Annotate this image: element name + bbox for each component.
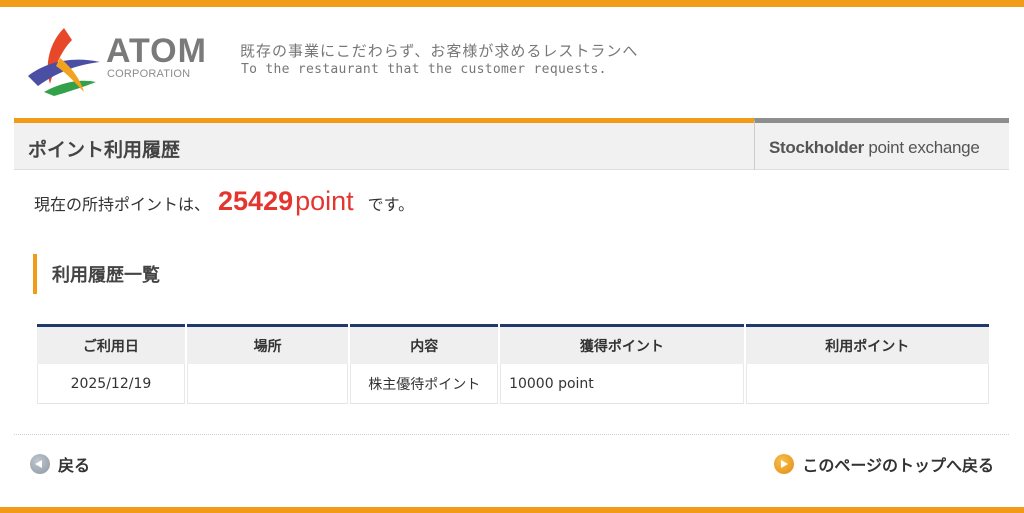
back-arrow-icon <box>30 454 50 474</box>
column-header-used: 利用ポイント <box>745 324 989 364</box>
stockholder-exchange-label: Stockholder point exchange <box>754 118 1009 170</box>
points-suffix: です。 <box>367 195 415 214</box>
page-top-label: このページのトップへ戻る <box>802 456 994 475</box>
atom-logo-mark <box>28 28 100 96</box>
page-title: ポイント利用履歴 <box>28 139 181 161</box>
cell-earned: 10000 point <box>500 364 744 404</box>
bottom-accent-bar <box>0 507 1024 513</box>
atom-logo[interactable]: ATOM CORPORATION <box>24 22 214 98</box>
table-header-row: ご利用日 場所 内容 獲得ポイント 利用ポイント <box>37 324 989 364</box>
page-title-box: ポイント利用履歴 <box>14 118 754 170</box>
history-table: ご利用日 場所 内容 獲得ポイント 利用ポイント 2025/12/19 株主優待… <box>35 324 991 404</box>
points-prefix: 現在の所持ポイントは、 <box>34 195 211 214</box>
column-header-content: 内容 <box>350 324 499 364</box>
table-row: 2025/12/19 株主優待ポイント 10000 point <box>37 364 989 404</box>
column-header-date: ご利用日 <box>37 324 185 364</box>
column-header-earned: 獲得ポイント <box>500 324 744 364</box>
cell-date: 2025/12/19 <box>37 364 185 404</box>
logo-wordmark: ATOM <box>106 32 207 70</box>
points-unit: point <box>295 186 354 216</box>
top-accent-bar <box>0 0 1024 7</box>
logo-subtitle: CORPORATION <box>107 68 191 80</box>
section-heading: 利用履歴一覧 <box>33 254 160 294</box>
cell-place <box>186 364 349 404</box>
back-label: 戻る <box>58 456 91 475</box>
tagline-japanese: 既存の事業にこだわらず、お客様が求めるレストランへ <box>240 42 639 60</box>
title-bar: ポイント利用履歴 Stockholder point exchange <box>14 118 1009 170</box>
back-link[interactable]: 戻る <box>30 452 90 476</box>
divider <box>14 434 1009 435</box>
cell-content: 株主優待ポイント <box>350 364 499 404</box>
page-top-link[interactable]: このページのトップへ戻る <box>774 452 994 476</box>
stockholder-word: Stockholder <box>769 138 864 157</box>
forward-arrow-icon <box>774 454 795 474</box>
column-header-place: 場所 <box>186 324 349 364</box>
current-points: 現在の所持ポイントは、 25429point です。 <box>34 186 414 222</box>
section-heading-text: 利用履歴一覧 <box>52 265 160 286</box>
points-value: 25429 <box>218 186 294 216</box>
point-exchange-word: point exchange <box>863 138 980 157</box>
tagline-english: To the restaurant that the customer requ… <box>241 62 607 77</box>
cell-used <box>745 364 989 404</box>
